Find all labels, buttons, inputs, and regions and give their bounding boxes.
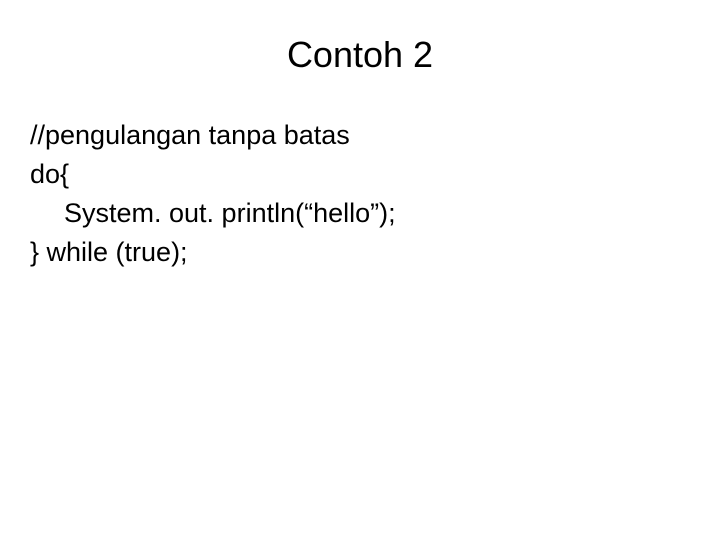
code-line-while: } while (true); — [30, 233, 690, 272]
code-line-do: do{ — [30, 155, 690, 194]
code-block: //pengulangan tanpa batas do{ System. ou… — [30, 116, 690, 273]
code-line-comment: //pengulangan tanpa batas — [30, 116, 690, 155]
slide-container: Contoh 2 //pengulangan tanpa batas do{ S… — [0, 0, 720, 540]
slide-title: Contoh 2 — [30, 34, 690, 76]
code-line-println: System. out. println(“hello”); — [30, 194, 690, 233]
